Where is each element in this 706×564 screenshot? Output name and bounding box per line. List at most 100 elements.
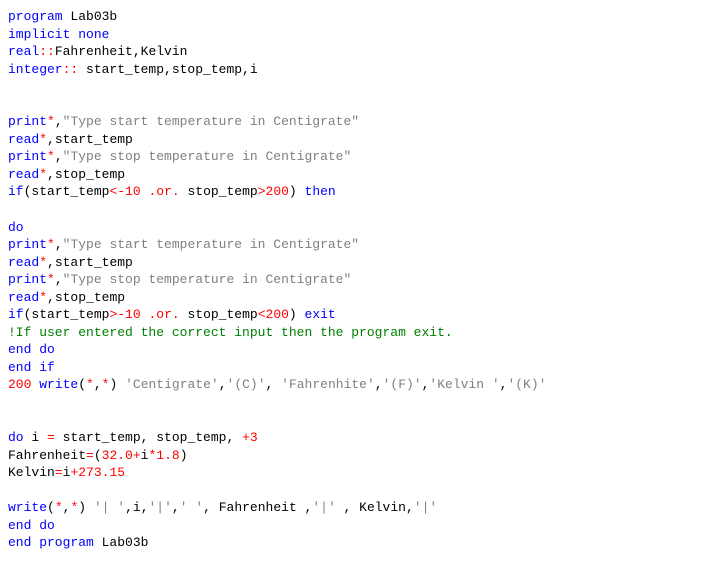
token-txt: ( bbox=[47, 500, 55, 515]
token-txt: , bbox=[55, 149, 63, 164]
token-txt: ,stop_temp bbox=[47, 167, 125, 182]
token-op: * bbox=[39, 167, 47, 182]
code-line: print*,"Type stop temperature in Centigr… bbox=[8, 271, 698, 289]
token-str: 'Fahrenhite' bbox=[281, 377, 375, 392]
token-kw: print bbox=[8, 237, 47, 252]
code-block: program Lab03bimplicit nonereal::Fahrenh… bbox=[8, 8, 698, 552]
token-txt: , bbox=[55, 272, 63, 287]
token-str: '| ' bbox=[94, 500, 125, 515]
code-line: write(*,*) '| ',i,'|',' ', Fahrenheit ,'… bbox=[8, 499, 698, 517]
token-txt: ,start_temp bbox=[47, 255, 133, 270]
token-num: 32.0 bbox=[102, 448, 133, 463]
token-op: * bbox=[47, 149, 55, 164]
token-txt: ,stop_temp bbox=[47, 290, 125, 305]
code-line bbox=[8, 78, 698, 96]
token-kw: do bbox=[8, 430, 24, 445]
token-kw: read bbox=[8, 255, 39, 270]
token-kw: end program bbox=[8, 535, 94, 550]
token-kw: read bbox=[8, 167, 39, 182]
token-kw: if bbox=[8, 184, 24, 199]
code-line: !If user entered the correct input then … bbox=[8, 324, 698, 342]
token-str: "Type stop temperature in Centigrate" bbox=[63, 149, 352, 164]
token-op: * bbox=[47, 272, 55, 287]
token-num: 200 bbox=[266, 184, 289, 199]
token-op: = bbox=[86, 448, 94, 463]
token-num: 273.15 bbox=[78, 465, 125, 480]
code-line: read*,start_temp bbox=[8, 131, 698, 149]
token-op: .or. bbox=[148, 184, 179, 199]
token-kw: program bbox=[8, 9, 63, 24]
token-num: 3 bbox=[250, 430, 258, 445]
token-txt: , bbox=[375, 377, 383, 392]
token-op: + bbox=[242, 430, 250, 445]
token-op: <- bbox=[109, 184, 125, 199]
token-str: '(K)' bbox=[507, 377, 546, 392]
token-txt: ( bbox=[94, 448, 102, 463]
code-line: print*,"Type start temperature in Centig… bbox=[8, 113, 698, 131]
token-op: < bbox=[258, 307, 266, 322]
token-num: 1.8 bbox=[156, 448, 179, 463]
token-str: '|' bbox=[149, 500, 172, 515]
token-op: * bbox=[47, 114, 55, 129]
token-kw: read bbox=[8, 290, 39, 305]
token-kw: if bbox=[8, 307, 24, 322]
code-line: real::Fahrenheit,Kelvin bbox=[8, 43, 698, 61]
token-op: + bbox=[133, 448, 141, 463]
code-line bbox=[8, 96, 698, 114]
token-txt: , bbox=[266, 377, 282, 392]
token-op: = bbox=[55, 465, 63, 480]
code-line: read*,stop_temp bbox=[8, 289, 698, 307]
token-txt: ,start_temp bbox=[47, 132, 133, 147]
token-str: ' ' bbox=[180, 500, 203, 515]
token-txt: ) bbox=[78, 500, 94, 515]
code-line: print*,"Type start temperature in Centig… bbox=[8, 236, 698, 254]
token-kw: read bbox=[8, 132, 39, 147]
token-txt: ) bbox=[180, 448, 188, 463]
token-txt: ,i, bbox=[125, 500, 148, 515]
code-line: if(start_temp>-10 .or. stop_temp<200) ex… bbox=[8, 306, 698, 324]
code-line bbox=[8, 201, 698, 219]
token-txt: Lab03b bbox=[63, 9, 118, 24]
token-txt: stop_temp bbox=[180, 307, 258, 322]
token-op: >- bbox=[109, 307, 125, 322]
token-op: .or. bbox=[148, 307, 179, 322]
token-txt: ) bbox=[109, 377, 125, 392]
code-line: read*,stop_temp bbox=[8, 166, 698, 184]
token-txt: (start_temp bbox=[24, 184, 110, 199]
token-kw: print bbox=[8, 149, 47, 164]
token-str: "Type start temperature in Centigrate" bbox=[63, 237, 359, 252]
code-line: do bbox=[8, 219, 698, 237]
token-op: = bbox=[47, 430, 55, 445]
token-txt: ) bbox=[289, 307, 305, 322]
token-num: 200 bbox=[266, 307, 289, 322]
token-str: '(F)' bbox=[383, 377, 422, 392]
code-line: end program Lab03b bbox=[8, 534, 698, 552]
token-cm: !If user entered the correct input then … bbox=[8, 325, 453, 340]
token-kw: exit bbox=[305, 307, 336, 322]
token-op: > bbox=[258, 184, 266, 199]
token-txt: stop_temp bbox=[180, 184, 258, 199]
token-kw: write bbox=[8, 500, 47, 515]
token-txt: ) bbox=[289, 184, 305, 199]
token-txt: start_temp, stop_temp, bbox=[55, 430, 242, 445]
token-kw: end do bbox=[8, 518, 55, 533]
code-line: read*,start_temp bbox=[8, 254, 698, 272]
token-op: :: bbox=[39, 44, 55, 59]
code-line: Fahrenheit=(32.0+i*1.8) bbox=[8, 447, 698, 465]
code-line: end if bbox=[8, 359, 698, 377]
token-txt: i bbox=[24, 430, 47, 445]
token-num: 10 bbox=[125, 184, 141, 199]
token-txt: , Kelvin, bbox=[336, 500, 414, 515]
token-str: 'Centigrate' bbox=[125, 377, 219, 392]
token-kw: then bbox=[305, 184, 336, 199]
token-op: * bbox=[39, 290, 47, 305]
code-line bbox=[8, 412, 698, 430]
code-line: end do bbox=[8, 517, 698, 535]
token-str: "Type start temperature in Centigrate" bbox=[63, 114, 359, 129]
token-txt: start_temp,stop_temp,i bbox=[86, 62, 258, 77]
code-line: 200 write(*,*) 'Centigrate','(C)', 'Fahr… bbox=[8, 376, 698, 394]
code-line: if(start_temp<-10 .or. stop_temp>200) th… bbox=[8, 183, 698, 201]
token-op: * bbox=[55, 500, 63, 515]
token-kw: end if bbox=[8, 360, 55, 375]
code-line: program Lab03b bbox=[8, 8, 698, 26]
